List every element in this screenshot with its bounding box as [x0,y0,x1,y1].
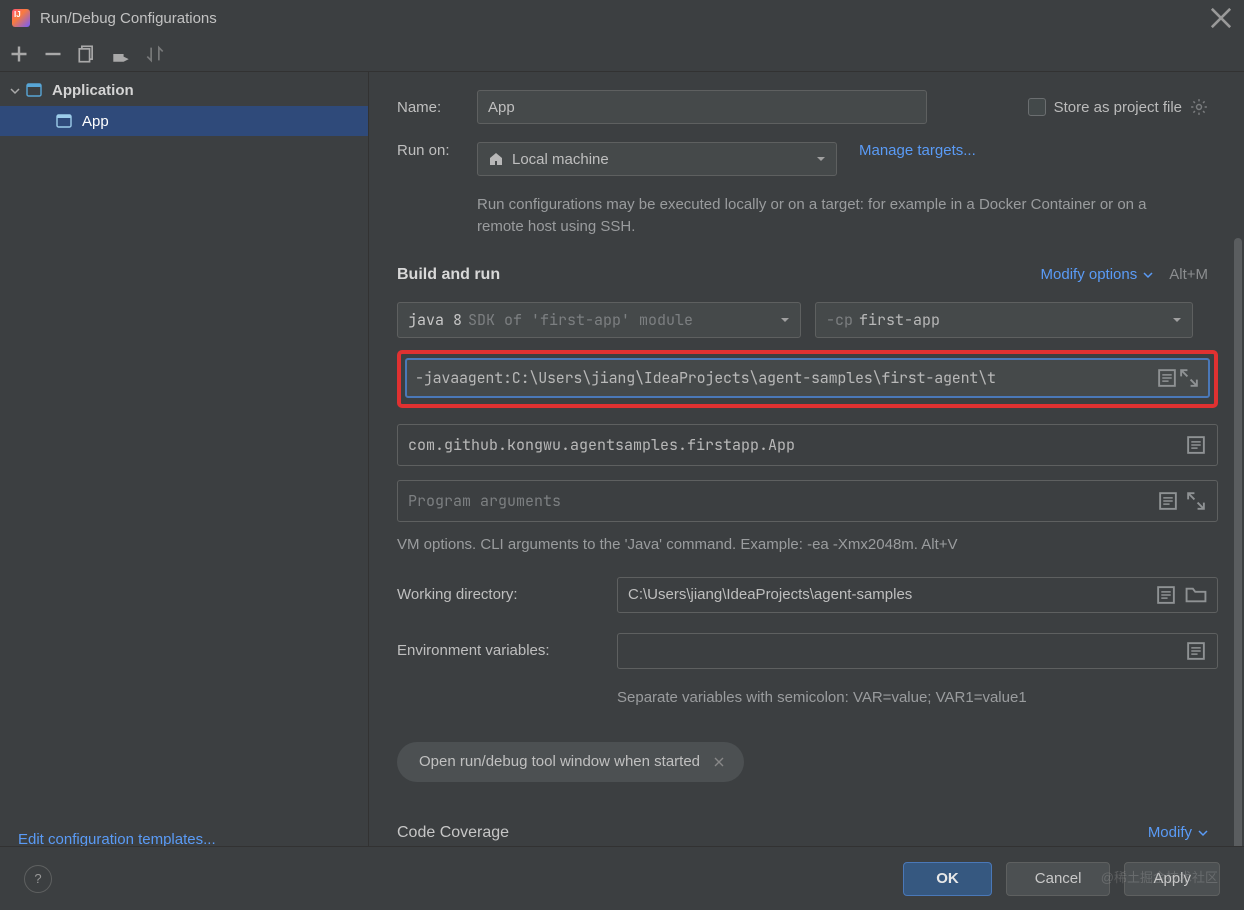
runon-select[interactable]: Local machine [477,142,837,176]
scrollbar-thumb[interactable] [1234,238,1242,858]
name-label: Name: [397,99,477,116]
caret-down-icon [1172,315,1182,325]
vm-help-text: VM options. CLI arguments to the 'Java' … [397,536,1218,553]
option-chip[interactable]: Open run/debug tool window when started [397,742,744,782]
modify-options-link[interactable]: Modify options [1041,266,1154,283]
caret-down-icon [816,154,826,164]
name-input[interactable] [477,90,927,124]
insert-macro-icon[interactable] [1185,640,1207,662]
build-run-title: Build and run [397,266,500,284]
cancel-button[interactable]: Cancel [1006,862,1111,896]
footer: ? OK Cancel Apply [0,846,1244,910]
dialog-title: Run/Debug Configurations [40,10,1210,27]
main-panel: Name: Store as project file Run on: Loca… [369,72,1244,862]
program-args-field[interactable]: Program arguments [397,480,1218,522]
folder-icon[interactable] [1185,584,1207,606]
ok-button[interactable]: OK [903,862,992,896]
runon-label: Run on: [397,142,477,159]
sdk-sub: SDK of 'first-app' module [468,310,693,330]
copy-icon[interactable] [78,45,96,63]
tree-group-label: Application [52,82,134,99]
gear-icon[interactable] [1190,98,1208,116]
classpath-select[interactable]: -cp first-app [815,302,1193,338]
vm-options-input[interactable] [415,368,1156,388]
intellij-logo-icon [12,9,30,27]
apply-button[interactable]: Apply [1124,862,1220,896]
code-coverage-title: Code Coverage [397,824,509,842]
working-dir-label: Working directory: [397,586,617,603]
toolbar [0,36,1244,72]
expand-icon[interactable] [1178,367,1200,389]
add-icon[interactable] [10,45,28,63]
sdk-name: java 8 [408,310,462,330]
chip-label: Open run/debug tool window when started [419,753,700,770]
expand-icon[interactable] [1185,490,1207,512]
application-icon [56,113,72,129]
chip-close-icon[interactable] [714,757,724,767]
cp-prefix: -cp [826,310,853,330]
program-args-placeholder: Program arguments [408,491,561,511]
modify-shortcut: Alt+M [1169,266,1208,283]
insert-macro-icon[interactable] [1185,434,1207,456]
code-coverage-modify-link[interactable]: Modify [1148,824,1208,841]
store-label: Store as project file [1054,99,1182,116]
tree-group-application[interactable]: Application [0,74,368,106]
vm-options-highlight [397,350,1218,408]
scrollbar[interactable] [1232,90,1244,862]
config-tree: Application App [0,72,368,821]
env-hint: Separate variables with semicolon: VAR=v… [617,689,1218,706]
runon-hint: Run configurations may be executed local… [477,194,1197,238]
sort-icon[interactable] [146,45,164,63]
insert-macro-icon[interactable] [1155,584,1177,606]
remove-icon[interactable] [44,45,62,63]
working-dir-field[interactable]: C:\Users\jiang\IdeaProjects\agent-sample… [617,577,1218,613]
sidebar: Application App Edit configuration templ… [0,72,369,862]
store-checkbox[interactable] [1028,98,1046,116]
vm-options-field[interactable] [405,358,1210,398]
cp-module: first-app [859,310,940,330]
caret-down-icon [780,315,790,325]
titlebar: Run/Debug Configurations [0,0,1244,36]
main-class-field[interactable]: com.github.kongwu.agentsamples.firstapp.… [397,424,1218,466]
sdk-select[interactable]: java 8 SDK of 'first-app' module [397,302,801,338]
tree-item-label: App [82,113,109,130]
close-icon[interactable] [1210,7,1232,29]
application-type-icon [26,82,42,98]
env-vars-label: Environment variables: [397,642,617,659]
home-icon [488,151,504,167]
runon-value: Local machine [512,151,609,168]
env-vars-field[interactable] [617,633,1218,669]
insert-macro-icon[interactable] [1156,367,1178,389]
insert-macro-icon[interactable] [1157,490,1179,512]
chevron-down-icon [10,86,20,96]
manage-targets-link[interactable]: Manage targets... [859,142,976,159]
working-dir-value: C:\Users\jiang\IdeaProjects\agent-sample… [628,586,912,603]
save-template-icon[interactable] [112,45,130,63]
main-class-value: com.github.kongwu.agentsamples.firstapp.… [408,435,795,455]
tree-item-app[interactable]: App [0,106,368,136]
help-button[interactable]: ? [24,865,52,893]
